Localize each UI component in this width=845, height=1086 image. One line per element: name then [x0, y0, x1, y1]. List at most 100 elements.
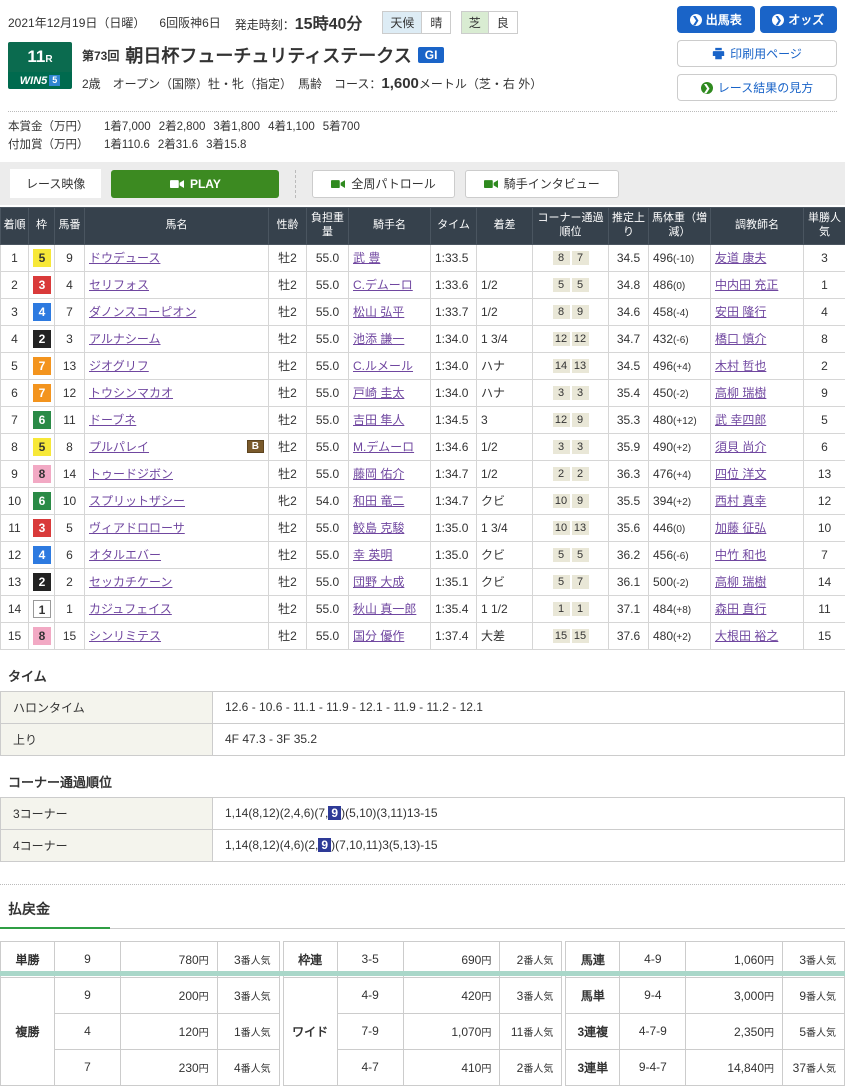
trainer-link[interactable]: 中竹 和也 — [715, 548, 766, 562]
arrow-circle-icon: ❯ — [772, 14, 784, 26]
jockey-cell: 藤岡 佑介 — [349, 460, 431, 487]
jockey-link[interactable]: 鮫島 克駿 — [353, 521, 404, 535]
horse-link[interactable]: セリフォス — [89, 276, 149, 293]
jockey-link[interactable]: 幸 英明 — [353, 548, 392, 562]
results-header-row: 着順枠馬番馬名性齢負担重量騎手名タイム着差コーナー通過順位推定上り馬体重（増減）… — [1, 208, 845, 245]
frame-number-badge: 3 — [33, 276, 51, 294]
jockey-link[interactable]: C.デムーロ — [353, 278, 413, 292]
payout-amount: 1,070円 — [403, 1013, 500, 1049]
frame-cell: 6 — [29, 406, 55, 433]
jockey-link[interactable]: M.デムーロ — [353, 440, 414, 454]
bet-type-label: 3連単 — [566, 1049, 620, 1085]
horse-number-cell: 4 — [55, 271, 85, 298]
jockey-link[interactable]: 戸崎 圭太 — [353, 386, 404, 400]
last-3f-cell: 35.6 — [609, 514, 649, 541]
margin-cell: ハナ — [477, 379, 533, 406]
payout-popularity: 3番人気 — [217, 977, 279, 1013]
play-button[interactable]: PLAY — [111, 170, 279, 198]
corner-order-cell: 89 — [533, 298, 609, 325]
corner-order-cell: 109 — [533, 487, 609, 514]
trainer-link[interactable]: 加藤 征弘 — [715, 521, 766, 535]
body-weight-cell: 484(+8) — [649, 595, 711, 622]
horse-link[interactable]: カジュフェイス — [89, 600, 172, 617]
print-page-button[interactable]: 印刷用ページ — [677, 40, 837, 67]
corner-position-box: 9 — [572, 494, 589, 508]
horse-link[interactable]: ジオグリフ — [89, 357, 149, 374]
finish-position-cell: 3 — [1, 298, 29, 325]
trainer-link[interactable]: 橋口 慎介 — [715, 332, 766, 346]
results-guide-button[interactable]: ❯ レース結果の見方 — [677, 74, 837, 101]
payout-popularity: 9番人気 — [783, 977, 845, 1013]
race-date: 2021年12月19日（日曜） — [8, 14, 145, 31]
favorite-rank-cell: 14 — [804, 568, 845, 595]
corner-position-box: 12 — [553, 413, 570, 427]
finish-position-cell: 12 — [1, 541, 29, 568]
horse-link[interactable]: プルパレイ — [89, 438, 149, 455]
trainer-link[interactable]: 大根田 裕之 — [715, 629, 778, 643]
trainer-link[interactable]: 高柳 瑞樹 — [715, 386, 766, 400]
jockey-link[interactable]: 池添 謙一 — [353, 332, 404, 346]
payout-row: ワイド4-9420円3番人気 — [283, 977, 562, 1013]
prize-value: 31.6 — [176, 139, 198, 151]
patrol-video-button[interactable]: 全周パトロール — [312, 170, 454, 198]
trainer-link[interactable]: 森田 直行 — [715, 602, 766, 616]
horse-number-cell: 7 — [55, 298, 85, 325]
trainer-link[interactable]: 西村 真幸 — [715, 494, 766, 508]
jockey-link[interactable]: 藤岡 佑介 — [353, 467, 404, 481]
time-section-title: タイム — [0, 666, 845, 691]
horse-link[interactable]: ヴィアドロローサ — [89, 519, 185, 536]
race-date-line: 2021年12月19日（日曜） 6回阪神6日 発走時刻：15時40分 天候 晴 … — [8, 6, 677, 34]
corner-position-box: 12 — [553, 332, 570, 346]
entries-button[interactable]: ❯ 出馬表 — [677, 6, 755, 33]
jockey-link[interactable]: 松山 弘平 — [353, 305, 404, 319]
margin-cell — [477, 244, 533, 271]
jockey-interview-button[interactable]: 騎手インタビュー — [465, 170, 619, 198]
jockey-link[interactable]: C.ルメール — [353, 359, 413, 373]
jockey-link[interactable]: 武 豊 — [353, 251, 380, 265]
finish-position-cell: 4 — [1, 325, 29, 352]
winner-highlight: 9 — [328, 806, 341, 820]
horse-link[interactable]: ドウデュース — [89, 249, 160, 266]
jockey-link[interactable]: 団野 大成 — [353, 575, 404, 589]
horse-link[interactable]: オタルエバー — [89, 546, 161, 563]
turf-value: 良 — [488, 12, 517, 33]
trainer-link[interactable]: 木村 哲也 — [715, 359, 766, 373]
margin-cell: 1 3/4 — [477, 325, 533, 352]
frame-number-badge: 7 — [33, 384, 51, 402]
trainer-link[interactable]: 中内田 充正 — [715, 278, 778, 292]
trainer-link[interactable]: 安田 隆行 — [715, 305, 766, 319]
horse-link[interactable]: ダノンスコーピオン — [89, 303, 196, 320]
horse-link[interactable]: スプリットザシー — [89, 492, 185, 509]
jockey-link[interactable]: 和田 竜二 — [353, 494, 404, 508]
carried-weight-cell: 55.0 — [307, 325, 349, 352]
trainer-link[interactable]: 四位 洋文 — [715, 467, 766, 481]
horse-link[interactable]: ドーブネ — [89, 411, 136, 428]
margin-cell: クビ — [477, 487, 533, 514]
jockey-link[interactable]: 国分 優作 — [353, 629, 404, 643]
jockey-cell: M.デムーロ — [349, 433, 431, 460]
payout-popularity: 4番人気 — [217, 1049, 279, 1085]
time-cell: 1:34.5 — [431, 406, 477, 433]
time-cell: 1:33.6 — [431, 271, 477, 298]
horse-link[interactable]: トゥードジボン — [89, 465, 173, 482]
corner-order-cell: 1212 — [533, 325, 609, 352]
trainer-link[interactable]: 武 幸四郎 — [715, 413, 766, 427]
horse-link[interactable]: シンリミテス — [89, 627, 161, 644]
jockey-link[interactable]: 吉田 隼人 — [353, 413, 404, 427]
horse-link[interactable]: セッカチケーン — [89, 573, 172, 590]
margin-cell: 1 1/2 — [477, 595, 533, 622]
corner-position-box: 1 — [553, 602, 570, 616]
trainer-link[interactable]: 高柳 瑞樹 — [715, 575, 766, 589]
odds-button[interactable]: ❯ オッズ — [760, 6, 838, 33]
carried-weight-cell: 55.0 — [307, 379, 349, 406]
horse-name-cell: ダノンスコーピオン — [85, 298, 269, 325]
horse-link[interactable]: アルナシーム — [89, 330, 161, 347]
prize-value: 2,800 — [177, 121, 206, 133]
trainer-link[interactable]: 須貝 尚介 — [715, 440, 766, 454]
bet-type-label: 馬単 — [566, 977, 620, 1013]
jockey-link[interactable]: 秋山 真一郎 — [353, 602, 416, 616]
trainer-cell: 中内田 充正 — [711, 271, 804, 298]
trainer-link[interactable]: 友道 康夫 — [715, 251, 766, 265]
frame-number-badge: 4 — [33, 546, 51, 564]
horse-link[interactable]: トウシンマカオ — [89, 384, 173, 401]
